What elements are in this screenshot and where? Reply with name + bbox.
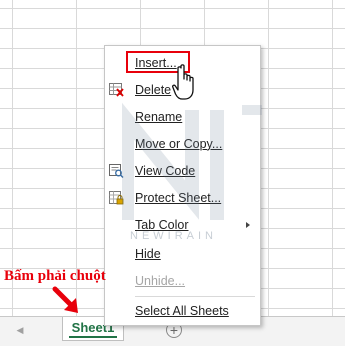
menu-item-move-or-copy[interactable]: Move or Copy... (105, 134, 260, 154)
watermark-text: NEWIRAIN (130, 230, 217, 242)
menu-item-label: Hide (135, 247, 161, 261)
tab-scroll-left-icon[interactable]: ◀ (12, 323, 28, 337)
hand-pointer-cursor-icon (172, 64, 202, 102)
menu-item-label: Delete (135, 83, 172, 97)
protect-sheet-icon (109, 191, 124, 205)
menu-item-label: Move or Copy... (135, 137, 223, 151)
menu-item-label: Protect Sheet... (135, 191, 222, 205)
menu-item-unhide: Unhide... (105, 271, 260, 291)
menu-item-rename[interactable]: Rename (105, 107, 260, 127)
menu-item-label: View Code (135, 164, 196, 178)
delete-sheet-icon (109, 83, 124, 97)
annotation-arrow-icon (52, 286, 82, 316)
menu-item-view-code[interactable]: View Code (105, 161, 260, 181)
submenu-arrow-icon (246, 222, 250, 228)
menu-item-label: Rename (135, 110, 183, 124)
menu-item-label: Select All Sheets (135, 304, 229, 318)
menu-item-hide[interactable]: Hide (105, 244, 260, 264)
menu-item-label: Unhide... (135, 274, 186, 288)
right-click-annotation: Bấm phải chuột (4, 268, 106, 284)
menu-separator (135, 296, 255, 297)
view-code-icon (109, 164, 124, 179)
menu-item-select-all-sheets[interactable]: Select All Sheets (105, 301, 260, 321)
menu-item-protect-sheet[interactable]: Protect Sheet... (105, 188, 260, 208)
